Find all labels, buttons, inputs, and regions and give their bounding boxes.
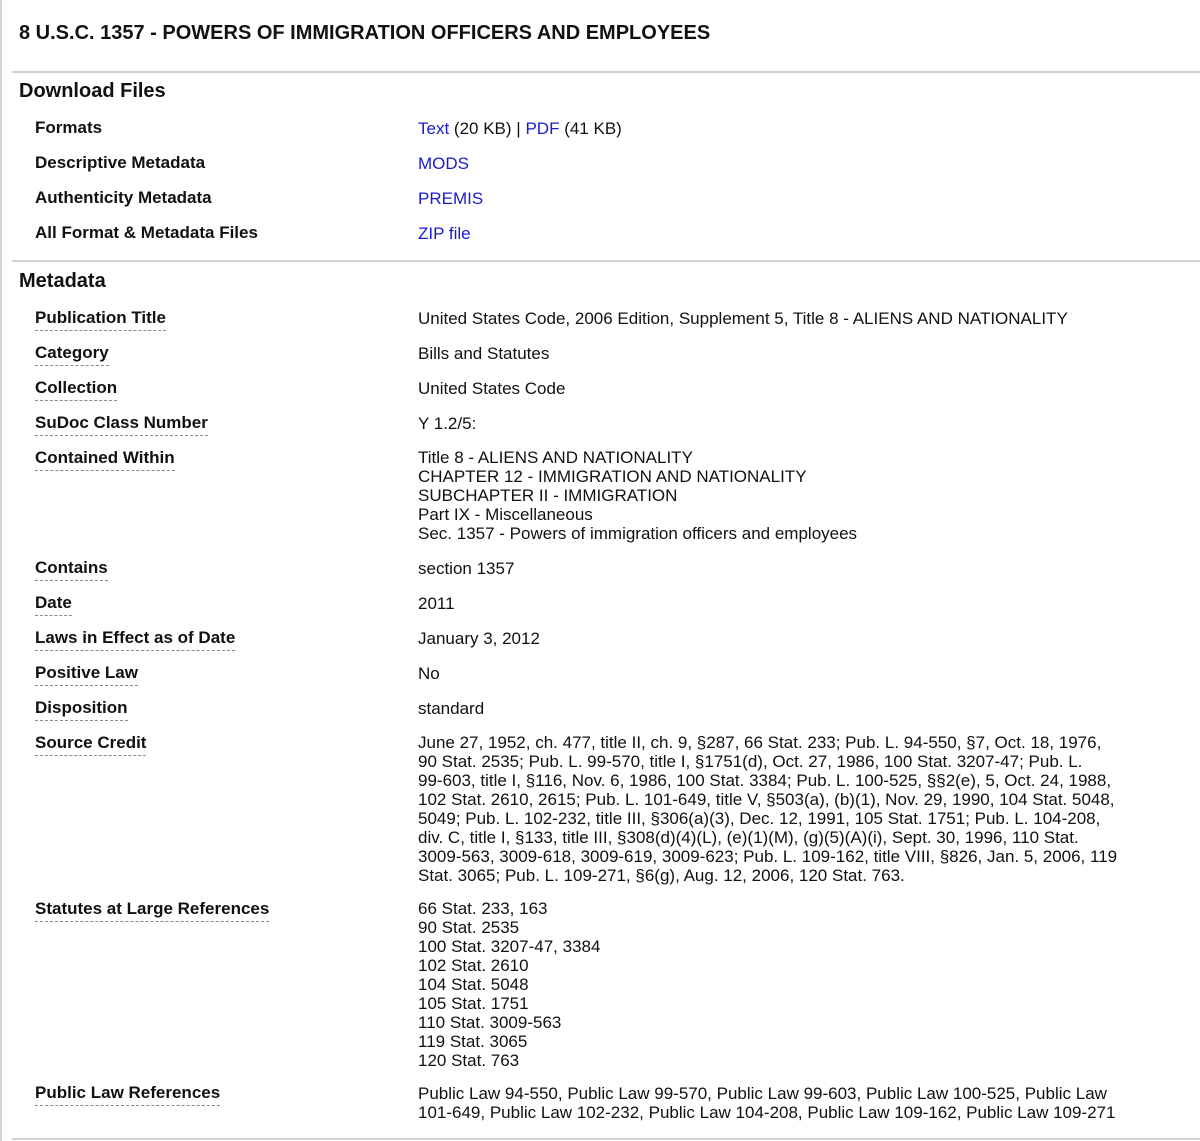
source-credit-line: 102 Stat. 2610, 2615; Pub. L. 101-649, t… bbox=[418, 790, 1115, 809]
positive-law-label[interactable]: Positive Law bbox=[35, 663, 138, 686]
statute-reference: 105 Stat. 1751 bbox=[418, 994, 529, 1013]
contained-within-line: CHAPTER 12 - IMMIGRATION AND NATIONALITY bbox=[418, 467, 807, 486]
category-value: Bills and Statutes bbox=[418, 344, 550, 363]
public-law-line: 101-649, Public Law 102-232, Public Law … bbox=[418, 1103, 1116, 1122]
statute-reference: 119 Stat. 3065 bbox=[418, 1032, 528, 1051]
positive-law-value: No bbox=[418, 664, 440, 683]
all-files-label: All Format & Metadata Files bbox=[35, 223, 258, 242]
authenticity-metadata-value: PREMIS bbox=[418, 189, 483, 208]
premis-link[interactable]: PREMIS bbox=[418, 189, 483, 208]
date-value: 2011 bbox=[418, 594, 455, 613]
source-credit-line: 3009-563, 3009-618, 3009-619, 3009-623; … bbox=[418, 847, 1118, 866]
laws-in-effect-label[interactable]: Laws in Effect as of Date bbox=[35, 628, 236, 651]
contains-label[interactable]: Contains bbox=[35, 558, 108, 581]
category-label[interactable]: Category bbox=[35, 343, 109, 366]
collection-value: United States Code bbox=[418, 379, 566, 398]
pdf-download-link[interactable]: PDF bbox=[525, 119, 559, 138]
formats-value: Text (20 KB) | PDF (41 KB) bbox=[418, 119, 622, 138]
contained-within-line: Title 8 - ALIENS AND NATIONALITY bbox=[418, 448, 693, 467]
page-title: 8 U.S.C. 1357 - POWERS OF IMMIGRATION OF… bbox=[19, 22, 711, 44]
section-divider bbox=[12, 1138, 1200, 1140]
descriptive-metadata-label: Descriptive Metadata bbox=[35, 153, 206, 172]
statutes-at-large-label[interactable]: Statutes at Large References bbox=[35, 899, 270, 922]
sudoc-label[interactable]: SuDoc Class Number bbox=[35, 413, 208, 436]
zip-file-link[interactable]: ZIP file bbox=[418, 224, 471, 243]
source-credit-line: 99-603, title I, §116, Nov. 6, 1986, 100… bbox=[418, 771, 1112, 790]
publication-title-value: United States Code, 2006 Edition, Supple… bbox=[418, 309, 1068, 328]
disposition-label[interactable]: Disposition bbox=[35, 698, 128, 721]
text-download-link[interactable]: Text bbox=[418, 119, 449, 138]
public-law-references-value: Public Law 94-550, Public Law 99-570, Pu… bbox=[418, 1084, 1115, 1122]
source-credit-line: 90 Stat. 2535; Pub. L. 99-570, title I, … bbox=[418, 752, 1083, 771]
public-law-references-label[interactable]: Public Law References bbox=[35, 1083, 221, 1106]
contained-within-label[interactable]: Contained Within bbox=[35, 448, 175, 471]
statute-reference: 120 Stat. 763 bbox=[418, 1051, 520, 1070]
public-law-line: Public Law 94-550, Public Law 99-570, Pu… bbox=[418, 1084, 1107, 1103]
contains-value: section 1357 bbox=[418, 559, 515, 578]
collection-label[interactable]: Collection bbox=[35, 378, 118, 401]
all-files-value: ZIP file bbox=[418, 224, 471, 243]
left-border bbox=[0, 0, 2, 1141]
source-credit-line: June 27, 1952, ch. 477, title II, ch. 9,… bbox=[418, 733, 1102, 752]
sudoc-value: Y 1.2/5: bbox=[418, 414, 477, 433]
statute-reference: 102 Stat. 2610 bbox=[418, 956, 529, 975]
contained-within-line: Sec. 1357 - Powers of immigration office… bbox=[418, 524, 858, 543]
section-divider bbox=[12, 260, 1200, 262]
contained-within-value: Title 8 - ALIENS AND NATIONALITY CHAPTER… bbox=[418, 448, 857, 543]
formats-label: Formats bbox=[35, 118, 103, 137]
statute-reference: 110 Stat. 3009-563 bbox=[418, 1013, 562, 1032]
disposition-value: standard bbox=[418, 699, 485, 718]
source-credit-value: June 27, 1952, ch. 477, title II, ch. 9,… bbox=[418, 733, 1117, 885]
contained-within-line: Part IX - Miscellaneous bbox=[418, 505, 593, 524]
download-files-heading: Download Files bbox=[19, 80, 166, 102]
laws-in-effect-value: January 3, 2012 bbox=[418, 629, 540, 648]
authenticity-metadata-label: Authenticity Metadata bbox=[35, 188, 212, 207]
mods-link[interactable]: MODS bbox=[418, 154, 469, 173]
publication-title-label[interactable]: Publication Title bbox=[35, 308, 166, 331]
source-credit-line: 5049; Pub. L. 102-232, title III, §306(a… bbox=[418, 809, 1101, 828]
statute-reference: 90 Stat. 2535 bbox=[418, 918, 520, 937]
text-file-size: (20 KB) bbox=[453, 119, 512, 138]
descriptive-metadata-value: MODS bbox=[418, 154, 469, 173]
date-label[interactable]: Date bbox=[35, 593, 72, 616]
source-credit-line: div. C, title I, §133, title III, §308(d… bbox=[418, 828, 1079, 847]
statute-reference: 66 Stat. 233, 163 bbox=[418, 899, 548, 918]
source-credit-label[interactable]: Source Credit bbox=[35, 733, 147, 756]
pdf-file-size: (41 KB) bbox=[564, 119, 622, 138]
statute-reference: 100 Stat. 3207-47, 3384 bbox=[418, 937, 601, 956]
format-separator: | bbox=[516, 119, 521, 138]
source-credit-line: Stat. 3065; Pub. L. 109-271, §6(g), Aug.… bbox=[418, 866, 905, 885]
section-divider bbox=[12, 71, 1200, 73]
statutes-at-large-value: 66 Stat. 233, 163 90 Stat. 2535 100 Stat… bbox=[418, 899, 600, 1070]
metadata-heading: Metadata bbox=[19, 270, 106, 292]
contained-within-line: SUBCHAPTER II - IMMIGRATION bbox=[418, 486, 678, 505]
statute-reference: 104 Stat. 5048 bbox=[418, 975, 529, 994]
